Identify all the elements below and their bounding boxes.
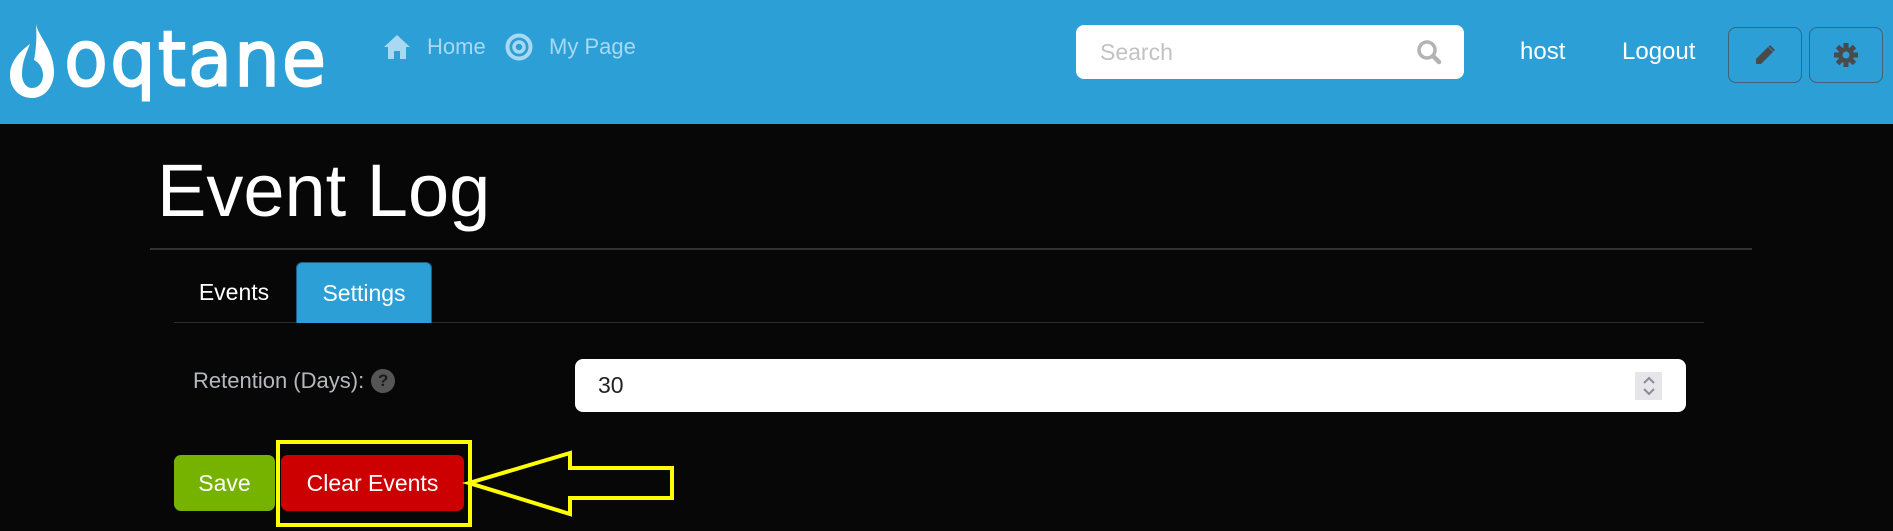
tab-settings[interactable]: Settings [296,262,432,323]
pointer-arrow [462,450,674,517]
search-icon[interactable] [1416,39,1442,65]
title-divider [150,248,1752,250]
retention-days-field [575,359,1686,412]
spinner-arrows-icon [1642,376,1655,396]
logo-wordmark: oqtane [64,20,328,101]
retention-days-input[interactable] [598,359,1598,412]
number-spinner[interactable] [1635,372,1662,400]
oqtane-logo[interactable]: oqtane [8,20,348,104]
nav-home-label: Home [427,34,486,59]
search-input[interactable] [1100,25,1400,79]
retention-label-text: Retention (Days): [193,368,365,393]
clear-events-button[interactable]: Clear Events [281,455,464,511]
nav-home-link[interactable]: Home [383,30,486,64]
tab-strip: Events Settings [174,262,1704,323]
target-icon [505,33,533,61]
nav-mypage-link[interactable]: My Page [505,30,636,64]
page-title: Event Log [157,149,491,232]
retention-field-label: Retention (Days): ? [193,368,396,394]
gear-icon [1834,43,1858,67]
tab-events[interactable]: Events [174,262,294,323]
user-profile-link[interactable]: host [1520,38,1565,66]
edit-mode-button[interactable] [1728,27,1802,83]
home-icon [384,35,410,59]
save-button[interactable]: Save [174,455,275,511]
pencil-icon [1756,45,1775,64]
nav-mypage-label: My Page [549,34,636,59]
search-box [1076,25,1464,79]
logout-link[interactable]: Logout [1622,38,1695,66]
control-panel-button[interactable] [1809,27,1883,83]
drop-icon [10,24,54,98]
top-bar: oqtane Home My Page host Logout [0,0,1893,124]
help-icon[interactable]: ? [371,369,396,393]
